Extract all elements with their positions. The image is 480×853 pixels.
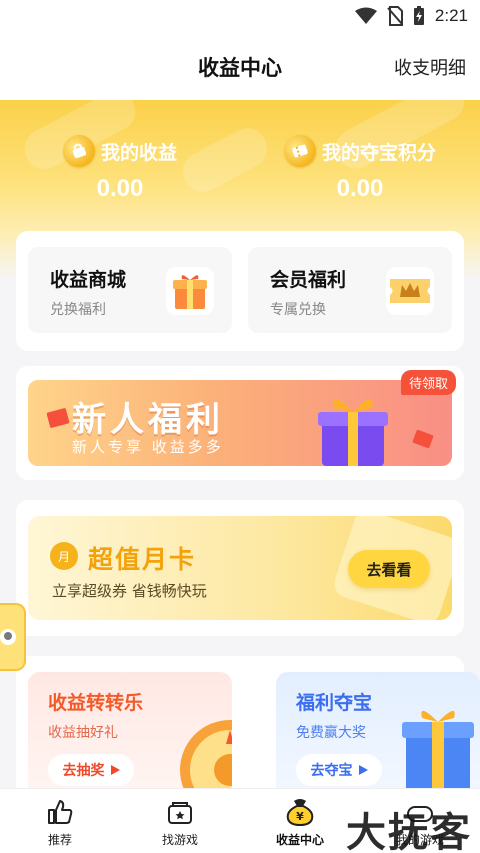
treasure-hunt-button[interactable]: 去夺宝 [296, 754, 382, 786]
nav-my-games[interactable]: 我的游戏 [360, 789, 480, 853]
ticket-coin-icon [279, 130, 321, 172]
mall-card: 收益商城 兑换福利 会员福利 专属兑换 [16, 231, 464, 351]
lucky-wheel-subtitle: 收益抽好礼 [48, 725, 118, 741]
monthly-card-title: 超值月卡 [88, 545, 197, 574]
battery-charging-icon [413, 6, 424, 25]
gift-box-icon [166, 267, 214, 315]
nav-recommend[interactable]: 推荐 [0, 789, 120, 853]
red-envelope-icon [46, 408, 70, 428]
gift-box-icon [402, 710, 474, 796]
newcomer-title: 新人福利 [72, 400, 224, 440]
lucky-wheel-entry[interactable]: 收益转转乐 收益抽好礼 去抽奖 [28, 672, 232, 796]
monthly-card-banner[interactable]: 月 超值月卡 立享超级券 省钱畅快玩 去看看 [28, 516, 452, 620]
member-benefits-entry[interactable]: 会员福利 专属兑换 [248, 247, 452, 333]
nav-my-games-label: 我的游戏 [395, 833, 444, 847]
my-earnings[interactable]: 我的收益 0.00 [0, 130, 240, 203]
money-bag-icon: ¥ [286, 799, 314, 827]
svg-text:¥: ¥ [296, 810, 304, 823]
page-header: 收益中心 收支明细 [0, 34, 480, 100]
status-icons: 2:21 [354, 5, 468, 27]
my-earnings-label: 我的收益 [100, 141, 177, 164]
newcomer-card: 待领取 新人福利 新人专享 收益多多 [16, 366, 464, 480]
monthly-card-section: 月 超值月卡 立享超级券 省钱畅快玩 去看看 [16, 500, 464, 636]
nav-earnings-center-label: 收益中心 [275, 833, 324, 847]
earnings-mall-title: 收益商城 [50, 269, 127, 291]
draw-button[interactable]: 去抽奖 [48, 754, 134, 786]
no-sim-icon [387, 6, 403, 26]
my-treasure-points[interactable]: 我的夺宝积分 0.00 [240, 130, 480, 203]
controller-icon [407, 806, 433, 822]
treasure-hunt-subtitle: 免费赢大奖 [296, 725, 366, 741]
game-box-icon [168, 802, 192, 824]
play-arrow-icon [110, 765, 120, 775]
gift-box-icon [318, 398, 388, 466]
treasure-points-value: 0.00 [336, 175, 384, 202]
play-arrow-icon [358, 765, 368, 775]
coin-icon [58, 130, 100, 172]
earnings-mall-subtitle: 兑换福利 [50, 302, 106, 318]
income-detail-link[interactable]: 收支明细 [394, 54, 466, 80]
floating-side-button[interactable] [0, 603, 26, 671]
bottom-navigation: 推荐 找游戏 ¥ 收益中心 我的游戏 [0, 788, 480, 853]
wifi-icon [354, 7, 377, 24]
prize-wheel-icon [180, 720, 232, 796]
nav-find-games-label: 找游戏 [161, 833, 198, 847]
crown-ticket-icon [386, 267, 434, 315]
view-monthly-card-button[interactable]: 去看看 [348, 550, 430, 588]
nav-recommend-label: 推荐 [47, 833, 72, 847]
nav-find-games[interactable]: 找游戏 [120, 789, 240, 853]
treasure-hunt-entry[interactable]: 福利夺宝 免费赢大奖 去夺宝 [276, 672, 480, 796]
nav-earnings-center[interactable]: ¥ 收益中心 [240, 789, 360, 853]
earnings-mall-entry[interactable]: 收益商城 兑换福利 [28, 247, 232, 333]
games-section: 收益转转乐 收益抽好礼 去抽奖 福利夺宝 免费赢大奖 去夺宝 [16, 656, 480, 796]
member-benefits-title: 会员福利 [270, 269, 347, 291]
newcomer-benefit-banner[interactable]: 新人福利 新人专享 收益多多 [28, 380, 452, 466]
thumbs-up-icon [48, 800, 73, 824]
treasure-points-label: 我的夺宝积分 [321, 141, 436, 164]
status-time: 2:21 [434, 6, 468, 25]
to-claim-badge: 待领取 [400, 370, 456, 395]
treasure-hunt-title: 福利夺宝 [296, 692, 373, 714]
avatar-icon [0, 629, 16, 645]
draw-button-label: 去抽奖 [62, 763, 105, 779]
status-bar: 2:21 [0, 0, 480, 34]
newcomer-subtitle: 新人专享 收益多多 [72, 438, 224, 456]
my-earnings-value: 0.00 [96, 175, 144, 202]
treasure-hunt-button-label: 去夺宝 [310, 763, 353, 779]
month-badge-icon: 月 [50, 542, 78, 570]
monthly-card-subtitle: 立享超级券 省钱畅快玩 [52, 582, 207, 600]
red-envelope-icon [412, 429, 434, 449]
member-benefits-subtitle: 专属兑换 [270, 302, 326, 318]
lucky-wheel-title: 收益转转乐 [48, 692, 144, 714]
